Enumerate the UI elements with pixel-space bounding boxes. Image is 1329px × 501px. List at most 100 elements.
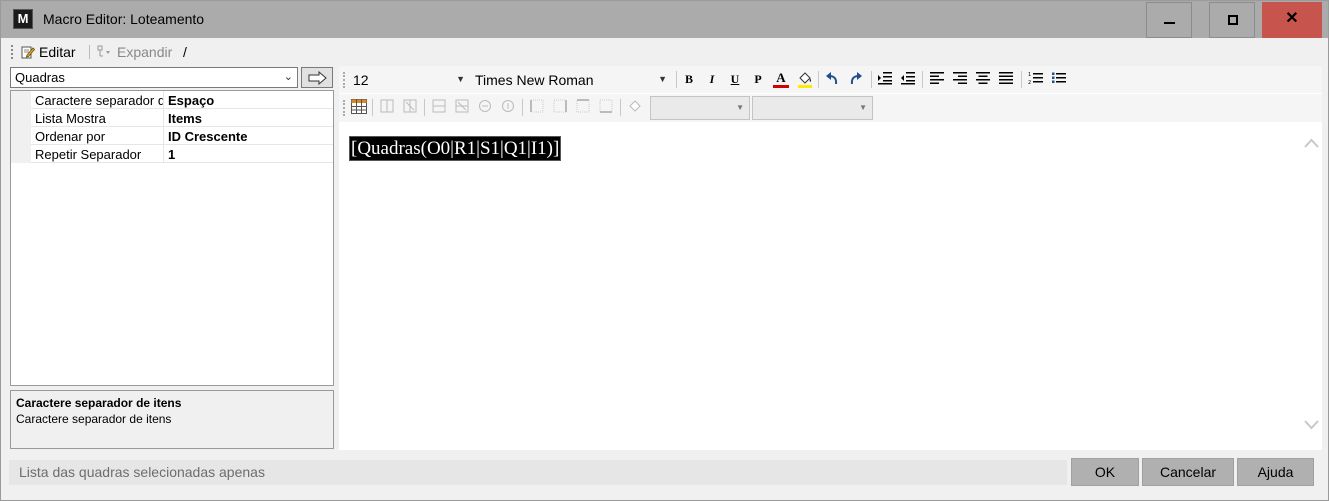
align-center-button[interactable] — [975, 71, 991, 88]
expandir-menu[interactable]: Expandir — [95, 44, 172, 60]
font-name-select[interactable]: Times New Roman ▼ — [471, 69, 671, 91]
path-label: / — [183, 44, 187, 60]
toolbar-separator — [676, 71, 677, 88]
dropdown-arrow-icon: ▼ — [456, 74, 465, 84]
property-row[interactable]: Lista Mostra Items — [11, 109, 333, 127]
dropdown-arrow-icon: ▼ — [859, 103, 867, 112]
description-title: Caractere separador de itens — [16, 396, 182, 410]
paragraph-button[interactable]: P — [750, 71, 766, 88]
insert-column-button[interactable] — [379, 99, 395, 116]
arrow-right-icon — [308, 71, 327, 85]
delete-column-icon — [403, 99, 417, 113]
cell-border-top-button[interactable] — [575, 99, 591, 116]
cell-border-right-button[interactable] — [552, 99, 568, 116]
help-button[interactable]: Ajuda — [1237, 458, 1314, 486]
chevron-down-icon: ⌄ — [283, 71, 293, 83]
border-left-icon — [530, 99, 544, 113]
property-value[interactable]: Items — [168, 111, 202, 126]
rich-text-editor: 12 ▼ Times New Roman ▼ B I U P A 1 2 ▼ ▼… — [339, 66, 1322, 450]
dropdown-arrow-icon: ▼ — [658, 74, 667, 84]
justify-button[interactable] — [998, 71, 1014, 88]
toolbar-grip[interactable] — [11, 45, 14, 59]
row-gutter — [11, 127, 31, 145]
align-right-button[interactable] — [952, 71, 968, 88]
property-row[interactable]: Ordenar por ID Crescente — [11, 127, 333, 145]
property-grid: Caractere separador de itens Espaço List… — [10, 90, 334, 386]
maximize-button[interactable] — [1209, 2, 1255, 38]
highlight-color-button[interactable] — [797, 71, 813, 88]
cell-border-bottom-button[interactable] — [598, 99, 614, 116]
editar-menu[interactable]: Editar — [21, 44, 76, 60]
row-gutter — [11, 91, 31, 109]
close-icon: ✕ — [1285, 10, 1299, 27]
app-icon: M — [13, 9, 33, 29]
svg-text:2: 2 — [1028, 80, 1031, 85]
insert-table-button[interactable] — [351, 99, 367, 116]
macro-select[interactable]: Quadras ⌄ — [10, 67, 298, 88]
property-value[interactable]: ID Crescente — [168, 129, 247, 144]
scroll-up-icon[interactable] — [1304, 137, 1319, 149]
property-value[interactable]: 1 — [168, 147, 175, 162]
border-right-icon — [553, 99, 567, 113]
table-icon — [351, 99, 367, 114]
insert-macro-button[interactable] — [301, 67, 333, 88]
cancel-button[interactable]: Cancelar — [1142, 458, 1234, 486]
macro-field[interactable]: [Quadras(O0|R1|S1|Q1|I1)] — [349, 136, 562, 161]
align-right-icon — [953, 72, 967, 84]
delete-column-button[interactable] — [402, 99, 418, 116]
column-divider — [163, 145, 164, 163]
ok-button[interactable]: OK — [1071, 458, 1139, 486]
paint-bucket-icon — [798, 72, 812, 88]
insert-row-button[interactable] — [431, 99, 447, 116]
undo-icon — [826, 72, 838, 85]
bold-button[interactable]: B — [681, 71, 697, 88]
toolbar-grip[interactable] — [343, 100, 346, 116]
align-left-button[interactable] — [929, 71, 945, 88]
minimize-button[interactable] — [1146, 2, 1192, 38]
toolbar-separator — [620, 99, 621, 116]
cell-style-select[interactable]: ▼ — [650, 96, 750, 120]
svg-text:1: 1 — [1028, 72, 1031, 78]
menu-separator — [89, 45, 90, 59]
column-divider — [163, 109, 164, 127]
vertical-scrollbar[interactable] — [1301, 123, 1322, 450]
numbered-list-button[interactable]: 12 — [1028, 71, 1044, 88]
font-size-select[interactable]: 12 ▼ — [349, 69, 469, 91]
undo-button[interactable] — [824, 71, 840, 88]
scroll-down-icon[interactable] — [1304, 419, 1319, 431]
property-name: Caractere separador de itens — [35, 93, 163, 108]
toolbar-separator — [871, 71, 872, 88]
italic-button[interactable]: I — [704, 71, 720, 88]
delete-row-button[interactable] — [454, 99, 470, 116]
redo-button[interactable] — [848, 71, 864, 88]
underline-button[interactable]: U — [727, 71, 743, 88]
property-value[interactable]: Espaço — [168, 93, 214, 108]
numbered-list-icon: 12 — [1028, 72, 1043, 86]
toolbar-grip[interactable] — [343, 72, 346, 88]
split-cells-button[interactable] — [500, 99, 516, 116]
insert-row-icon — [432, 99, 446, 113]
indent-icon — [878, 72, 892, 85]
close-button[interactable]: ✕ — [1262, 2, 1322, 38]
property-row[interactable]: Caractere separador de itens Espaço — [11, 91, 333, 109]
cell-border-select[interactable]: ▼ — [752, 96, 873, 120]
title-bar[interactable]: M Macro Editor: Loteamento ✕ — [1, 1, 1328, 38]
indent-button[interactable] — [877, 71, 893, 88]
outdent-button[interactable] — [900, 71, 916, 88]
property-row[interactable]: Repetir Separador 1 — [11, 145, 333, 163]
property-name: Ordenar por — [35, 129, 106, 144]
bullet-list-button[interactable] — [1051, 71, 1067, 88]
edit-icon — [21, 46, 35, 59]
expandir-label: Expandir — [117, 44, 173, 60]
bullet-list-icon — [1052, 72, 1066, 83]
maximize-icon — [1228, 15, 1238, 25]
cell-border-left-button[interactable] — [529, 99, 545, 116]
property-name: Repetir Separador — [35, 147, 142, 162]
cell-color-button[interactable] — [627, 99, 643, 116]
editor-content[interactable]: [Quadras(O0|R1|S1|Q1|I1)] — [339, 123, 1301, 450]
toolbar-separator — [424, 99, 425, 116]
align-center-icon — [976, 72, 990, 84]
font-color-button[interactable]: A — [773, 71, 789, 88]
paint-bucket-icon — [629, 100, 641, 112]
merge-cells-button[interactable] — [477, 99, 493, 116]
